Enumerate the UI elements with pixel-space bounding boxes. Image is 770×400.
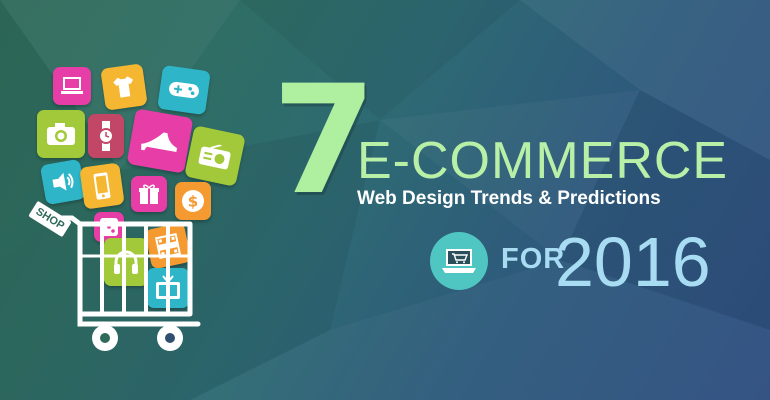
banner: $ SHOP 7 E-COMMERCE Web Design Trends & … [0, 0, 770, 400]
for-label: FOR [501, 243, 566, 275]
speaker-icon [39, 158, 87, 206]
year-label: 2016 [555, 223, 711, 301]
number-seven: 7 [272, 54, 377, 228]
radio-icon [184, 125, 246, 187]
tshirt-icon [100, 63, 148, 111]
high-heel-shoe-icon [126, 108, 194, 174]
gamepad-icon [157, 64, 211, 116]
laptop-icon [53, 67, 91, 105]
headline-title: E-COMMERCE [357, 132, 729, 190]
laptop-cart-icon [430, 232, 488, 290]
headline-subtitle: Web Design Trends & Predictions [357, 188, 661, 209]
watch-icon [88, 114, 124, 158]
camera-icon [37, 110, 85, 158]
